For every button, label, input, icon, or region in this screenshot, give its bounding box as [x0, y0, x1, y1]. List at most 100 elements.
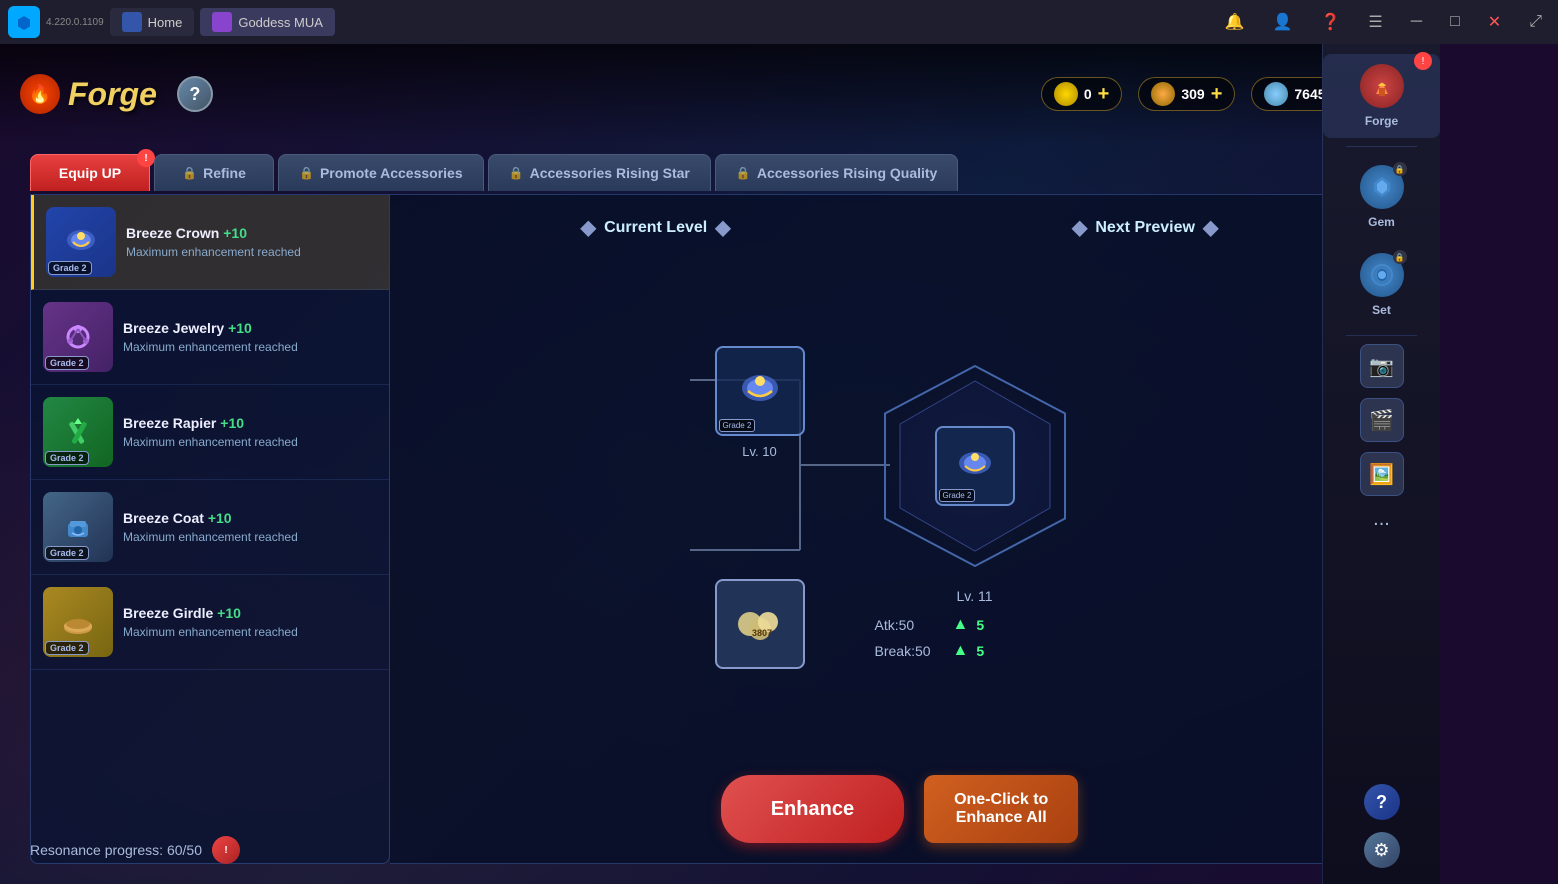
forge-tabs: ! Equip UP 🔒 Refine 🔒 Promote Accessorie…: [30, 154, 958, 191]
set-sidebar-label: Set: [1372, 303, 1391, 317]
item-entry-4[interactable]: Grade 2 Breeze Coat +10 Maximum enhancem…: [31, 480, 389, 575]
tab-home-label: Home: [148, 15, 183, 30]
sidebar-item-set[interactable]: 🔒 Set: [1323, 243, 1440, 327]
tab-refine[interactable]: 🔒 Refine: [154, 154, 274, 191]
tab-equip-up-label: Equip UP: [59, 165, 121, 181]
hex-item-grade: Grade 2: [939, 489, 976, 502]
resonance-text: Resonance progress: 60/50: [30, 842, 202, 858]
forge-help-button[interactable]: ?: [177, 76, 213, 112]
stat-break-up-icon: ▲: [953, 642, 969, 660]
forge-sidebar-icon: [1360, 64, 1404, 108]
sidebar-action-video[interactable]: 🎬: [1360, 398, 1404, 442]
resonance-bar: Resonance progress: 60/50 !: [30, 836, 240, 864]
item-entry-1[interactable]: Grade 2 Breeze Crown +10 Maximum enhance…: [31, 195, 389, 290]
sidebar-help-btn[interactable]: ?: [1364, 784, 1400, 820]
sidebar-more-btn[interactable]: ...: [1365, 500, 1398, 539]
next-preview-arrow-left: ◆: [1072, 215, 1087, 240]
current-item-container: Grade 2 Lv. 10: [715, 346, 805, 459]
enhance-button[interactable]: Enhance: [721, 775, 904, 843]
game-area: 🔥 Forge ? 0 + 309 + 76451 + ×: [0, 44, 1440, 884]
close-window-btn[interactable]: ✕: [1480, 8, 1509, 36]
title-bar-left: 4.220.0.1109 Home Goddess MUA: [8, 6, 335, 38]
item-status-2: Maximum enhancement reached: [123, 340, 377, 354]
item-enhance-2: +10: [228, 320, 252, 336]
sidebar-action-photo[interactable]: 📷: [1360, 344, 1404, 388]
stat-break-label: Break:50: [875, 643, 945, 659]
refine-lock-icon: 🔒: [182, 166, 197, 180]
tab-refine-label: Refine: [203, 165, 246, 181]
coins-add-btn[interactable]: +: [1211, 83, 1223, 106]
maximize-btn[interactable]: □: [1442, 9, 1468, 35]
forge-header: 🔥 Forge ? 0 + 309 + 76451 + ×: [0, 44, 1440, 144]
forge-icon: 🔥: [20, 74, 60, 114]
account-btn[interactable]: 👤: [1265, 8, 1301, 36]
item-info-3: Breeze Rapier +10 Maximum enhancement re…: [123, 415, 377, 449]
currency-gold: 0 +: [1041, 77, 1122, 111]
home-tab-icon: [122, 12, 142, 32]
bluestacks-version: 4.220.0.1109: [46, 17, 104, 28]
gold-add-btn[interactable]: +: [1098, 83, 1110, 106]
stat-row-break: Break:50 ▲ 5: [875, 642, 1075, 660]
help-btn-titlebar[interactable]: ❓: [1313, 8, 1349, 36]
sidebar-settings-btn[interactable]: ⚙: [1364, 832, 1400, 868]
stat-break-up-value: 5: [976, 643, 984, 659]
tab-rising-star-label: Accessories Rising Star: [530, 165, 690, 181]
tab-goddess[interactable]: Goddess MUA: [200, 8, 335, 36]
tab-accessories-rising-star[interactable]: 🔒 Accessories Rising Star: [488, 154, 711, 191]
goddess-tab-icon: [212, 12, 232, 32]
enhance-all-button[interactable]: One-Click to Enhance All: [924, 775, 1078, 843]
bottom-bar: Enhance One-Click to Enhance All: [721, 775, 1079, 843]
tab-promote-label: Promote Accessories: [320, 165, 463, 181]
sidebar-alert: !: [1414, 52, 1432, 70]
item-enhance-4: +10: [208, 510, 232, 526]
hex-item: Grade 2: [935, 426, 1015, 506]
minimize-btn[interactable]: ─: [1403, 9, 1430, 35]
item-status-4: Maximum enhancement reached: [123, 530, 377, 544]
main-content: Grade 2 Breeze Crown +10 Maximum enhance…: [30, 194, 1410, 864]
left-items: Grade 2 Lv. 10 3807: [715, 346, 805, 669]
tab-promote-accessories[interactable]: 🔒 Promote Accessories: [278, 154, 484, 191]
tab-home[interactable]: Home: [110, 8, 195, 36]
sidebar-item-gem[interactable]: 🔒 Gem: [1323, 155, 1440, 239]
item-entry-3[interactable]: Grade 2 Breeze Rapier +10 Maximum enhanc…: [31, 385, 389, 480]
item-grade-5: Grade 2: [45, 641, 89, 655]
item-grade-1: Grade 2: [48, 261, 92, 275]
item-status-1: Maximum enhancement reached: [126, 245, 377, 259]
forge-title-text: Forge: [68, 76, 157, 113]
sidebar-divider-2: [1346, 335, 1416, 336]
item-info-5: Breeze Girdle +10 Maximum enhancement re…: [123, 605, 377, 639]
svg-text:3807: 3807: [752, 628, 772, 638]
tab-accessories-rising-quality[interactable]: 🔒 Accessories Rising Quality: [715, 154, 958, 191]
title-bar-right: 🔔 👤 ❓ ☰ ─ □ ✕ ⤢: [1217, 8, 1550, 36]
item-enhance-3: +10: [220, 415, 244, 431]
gems-icon: [1264, 82, 1288, 106]
notification-btn[interactable]: 🔔: [1217, 8, 1253, 36]
stat-row-atk: Atk:50 ▲ 5: [875, 616, 1075, 634]
gold-icon: [1054, 82, 1078, 106]
item-info-4: Breeze Coat +10 Maximum enhancement reac…: [123, 510, 377, 544]
sidebar-action-gallery[interactable]: 🖼️: [1360, 452, 1404, 496]
sidebar-divider-1: [1346, 146, 1416, 147]
level-labels: ◆ Current Level ◆ ◆ Next Preview ◆: [410, 215, 1389, 240]
item-info-1: Breeze Crown +10 Maximum enhancement rea…: [126, 225, 377, 259]
expand-btn[interactable]: ⤢: [1521, 9, 1550, 35]
item-entry-2[interactable]: Grade 2 Breeze Jewelry +10 Maximum enhan…: [31, 290, 389, 385]
stats-area: Atk:50 ▲ 5 Break:50 ▲ 5: [875, 616, 1075, 660]
gem-sidebar-label: Gem: [1368, 215, 1395, 229]
title-bar: 4.220.0.1109 Home Goddess MUA 🔔 👤 ❓ ☰ ─ …: [0, 0, 1558, 44]
tab-equip-up[interactable]: ! Equip UP: [30, 154, 150, 191]
craft-wrapper: Grade 2 Lv. 10 3807: [410, 260, 1389, 755]
item-entry-5[interactable]: Grade 2 Breeze Girdle +10 Maximum enhanc…: [31, 575, 389, 670]
item-name-5: Breeze Girdle +10: [123, 605, 377, 621]
current-level-arrow-left: ◆: [581, 215, 596, 240]
stat-atk-label: Atk:50: [875, 617, 945, 633]
set-lock-icon: 🔒: [1393, 250, 1407, 264]
material-item-box: 3807: [715, 579, 805, 669]
right-sidebar: ! Forge 🔒 Gem: [1322, 44, 1440, 884]
forge-sidebar-label: Forge: [1365, 114, 1398, 128]
gold-value: 0: [1084, 86, 1092, 102]
menu-btn[interactable]: ☰: [1360, 8, 1390, 36]
item-grade-2: Grade 2: [45, 356, 89, 370]
next-item-level: Lv. 11: [956, 588, 992, 604]
next-preview-arrow-right: ◆: [1203, 215, 1218, 240]
